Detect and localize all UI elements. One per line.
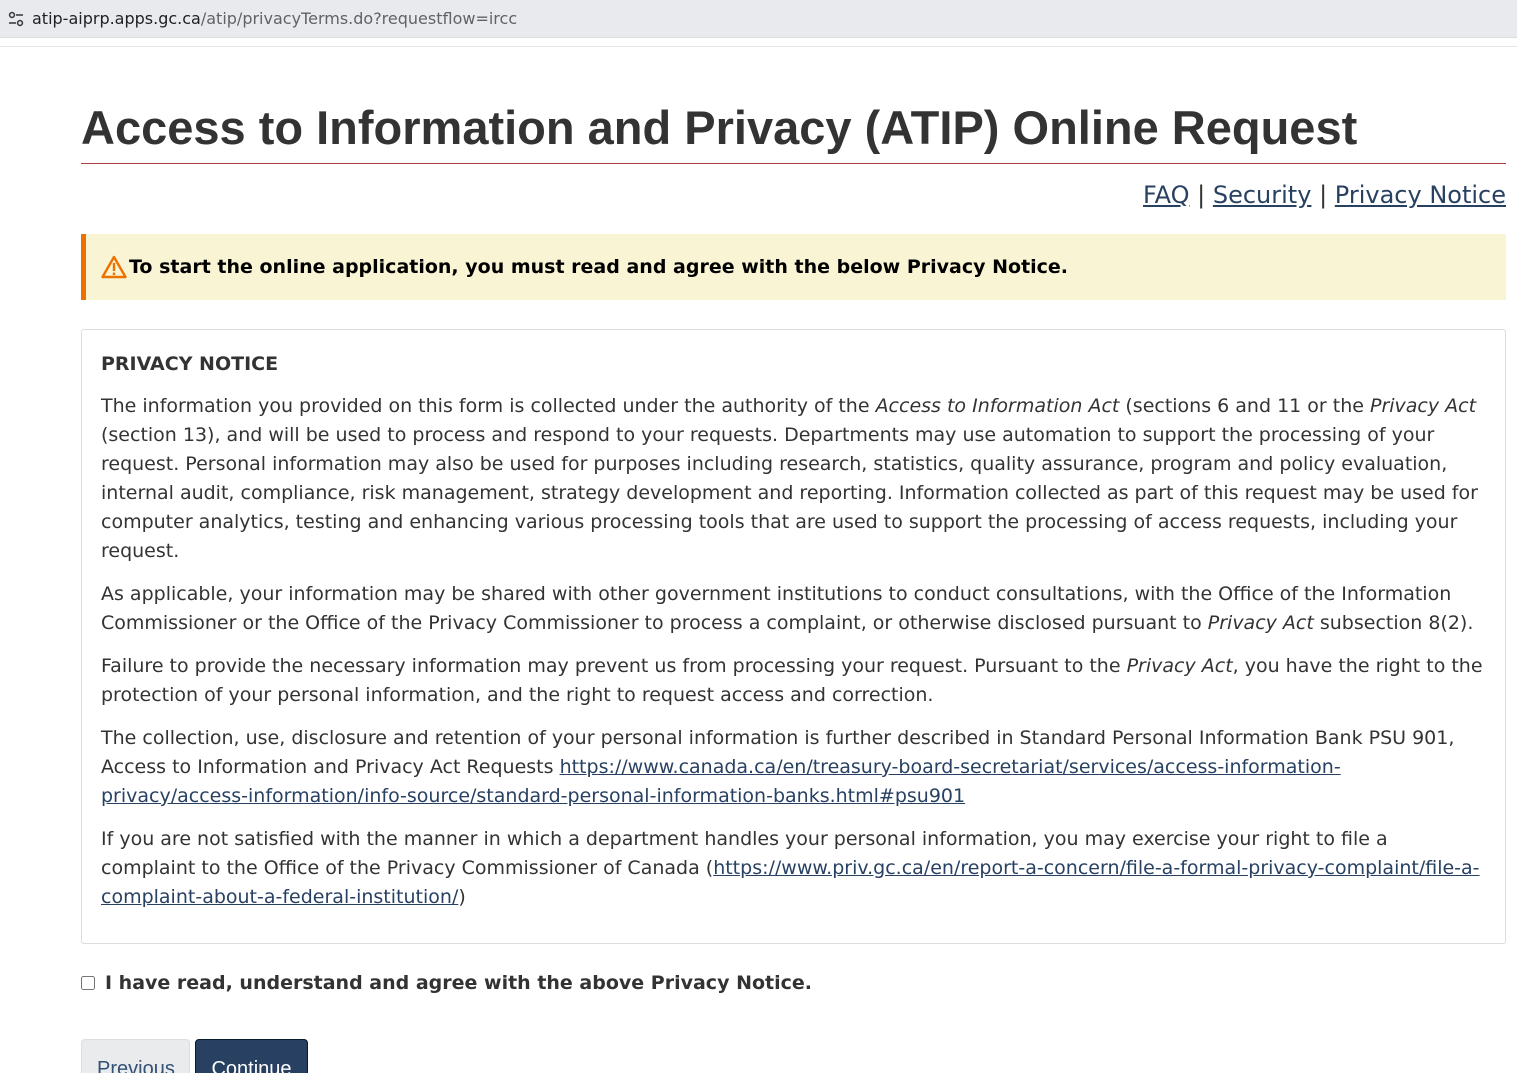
notice-text: The information you provided on this for…: [101, 395, 876, 417]
agree-checkbox[interactable]: [81, 976, 95, 990]
link-separator: |: [1197, 181, 1206, 209]
act-name: Privacy Act: [1207, 612, 1314, 634]
header-divider: [0, 46, 1517, 47]
notice-paragraph-retention: The collection, use, disclosure and rete…: [101, 724, 1487, 811]
warning-alert: To start the online application, you mus…: [81, 234, 1506, 300]
notice-paragraph-complaint: If you are not satisfied with the manner…: [101, 825, 1487, 912]
top-links: FAQ | Security | Privacy Notice: [1143, 180, 1506, 210]
act-name: Privacy Act: [1126, 655, 1233, 677]
continue-button[interactable]: Continue: [195, 1039, 308, 1073]
privacy-notice-panel: PRIVACY NOTICE The information you provi…: [81, 329, 1506, 944]
warning-triangle-icon: [101, 255, 127, 279]
page-title: Access to Information and Privacy (ATIP)…: [81, 98, 1506, 164]
url-host: atip-aiprp.apps.gc.ca: [32, 9, 201, 28]
privacy-notice-link[interactable]: Privacy Notice: [1335, 181, 1506, 209]
notice-paragraph-rights: Failure to provide the necessary informa…: [101, 652, 1487, 710]
link-separator: |: [1319, 181, 1328, 209]
act-name: Privacy Act: [1370, 395, 1477, 417]
url-path: /atip/privacyTerms.do?requestflow=ircc: [200, 9, 518, 28]
previous-button[interactable]: Previous: [81, 1039, 190, 1073]
notice-text: Failure to provide the necessary informa…: [101, 655, 1127, 677]
url-text[interactable]: atip-aiprp.apps.gc.ca/atip/privacyTerms.…: [32, 9, 517, 28]
notice-paragraph-sharing: As applicable, your information may be s…: [101, 580, 1487, 638]
privacy-notice-heading: PRIVACY NOTICE: [101, 353, 279, 375]
agree-label[interactable]: I have read, understand and agree with t…: [105, 972, 812, 994]
security-link[interactable]: Security: [1213, 181, 1312, 209]
notice-text: (sections 6 and 11 or the: [1119, 395, 1370, 417]
act-name: Access to Information Act: [875, 395, 1120, 417]
faq-link[interactable]: FAQ: [1143, 181, 1190, 209]
notice-text: (section 13), and will be used to proces…: [101, 424, 1478, 562]
site-info-icon[interactable]: [0, 0, 32, 38]
notice-text: ): [458, 886, 466, 908]
notice-text: subsection 8(2).: [1313, 612, 1474, 634]
notice-paragraph-authority: The information you provided on this for…: [101, 392, 1487, 566]
agreement-row: I have read, understand and agree with t…: [81, 972, 812, 994]
address-bar[interactable]: atip-aiprp.apps.gc.ca/atip/privacyTerms.…: [0, 0, 1517, 38]
warning-text: To start the online application, you mus…: [129, 256, 1069, 278]
